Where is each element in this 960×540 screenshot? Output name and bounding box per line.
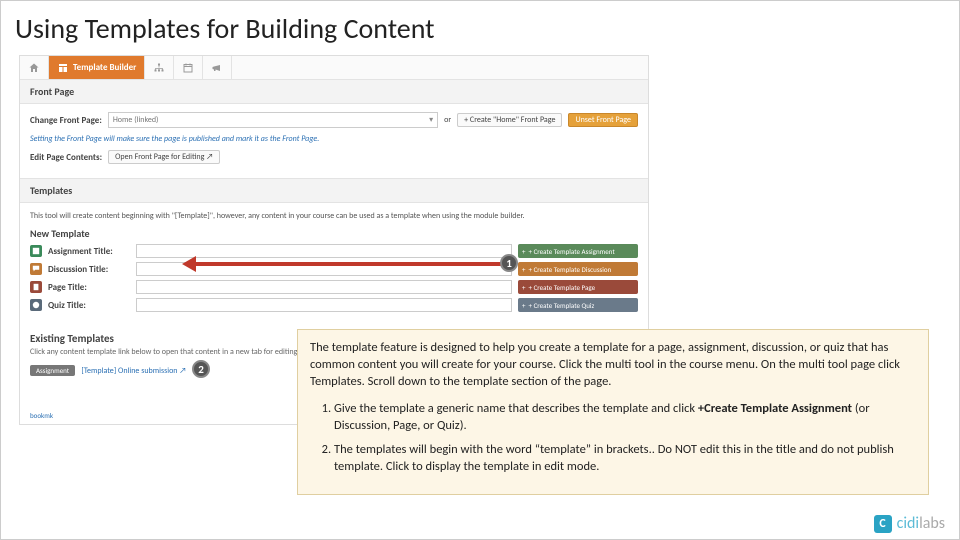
edit-page-label: Edit Page Contents: (30, 152, 102, 163)
front-page-note: Setting the Front Page will make sure th… (30, 134, 638, 144)
calendar-icon (182, 62, 194, 74)
callout-step-1-bold: +Create Template Assignment (698, 401, 852, 416)
sitemap-icon (153, 62, 165, 74)
assignment-icon (30, 245, 42, 257)
template-icon (57, 62, 69, 74)
nav-home[interactable] (20, 56, 49, 79)
callout-paragraph: The template feature is designed to help… (310, 340, 916, 391)
template-row-quiz: Quiz Title: ++ Create Template Quiz (30, 298, 638, 312)
quiz-title-input[interactable] (136, 298, 512, 312)
chevron-down-icon: ▾ (429, 115, 433, 125)
templates-panel: This tool will create content beginning … (20, 203, 648, 324)
front-page-header: Front Page (20, 80, 648, 104)
create-home-button[interactable]: + Create "Home" Front Page (457, 113, 562, 127)
create-template-assignment-label: + Create Template Assignment (529, 247, 615, 256)
page-title-label: Page Title: (48, 282, 130, 293)
template-row-discussion: Discussion Title: ++ Create Template Dis… (30, 262, 638, 276)
create-template-page-button[interactable]: ++ Create Template Page (518, 280, 638, 294)
instruction-callout: The template feature is designed to help… (297, 329, 929, 495)
front-page-select-value: Home (linked) (113, 115, 159, 125)
template-row-assignment: Assignment Title: ++ Create Template Ass… (30, 244, 638, 258)
templates-desc: This tool will create content beginning … (30, 211, 638, 221)
create-template-page-label: + Create Template Page (529, 283, 596, 292)
bookmark-link[interactable]: bookmk (30, 411, 53, 420)
templates-header: Templates (20, 179, 648, 203)
assignment-title-input[interactable] (136, 244, 512, 258)
quiz-title-label: Quiz Title: (48, 300, 130, 311)
open-front-page-button[interactable]: Open Front Page for Editing ↗ (108, 150, 220, 164)
nav-calendar[interactable] (174, 56, 203, 79)
logo-name: cidi (897, 514, 920, 533)
marker-2: 2 (192, 360, 210, 378)
or-text: or (444, 115, 451, 125)
megaphone-icon (211, 62, 223, 74)
existing-template-link[interactable]: [Template] Online submission ↗ (81, 366, 186, 376)
nav-template-builder[interactable]: Template Builder (49, 56, 145, 79)
slide-title: Using Templates for Building Content (1, 1, 959, 52)
home-icon (28, 62, 40, 74)
create-template-quiz-label: + Create Template Quiz (529, 301, 595, 310)
callout-step-2: The templates will begin with the word “… (334, 442, 916, 476)
logo-mark: C (874, 515, 892, 533)
create-template-quiz-button[interactable]: ++ Create Template Quiz (518, 298, 638, 312)
unset-front-page-button[interactable]: Unset Front Page (568, 113, 638, 127)
new-template-header: New Template (30, 227, 638, 240)
marker-1: 1 (500, 254, 518, 272)
nav-active-label: Template Builder (73, 62, 136, 73)
assignment-pill: Assignment (30, 365, 75, 376)
assignment-title-label: Assignment Title: (48, 246, 130, 257)
create-template-discussion-label: + Create Template Discussion (529, 265, 612, 274)
page-icon (30, 281, 42, 293)
quiz-icon (30, 299, 42, 311)
cidilabs-logo: C cidilabs (874, 514, 945, 533)
front-page-panel: Change Front Page: Home (linked) ▾ or + … (20, 104, 648, 179)
discussion-title-label: Discussion Title: (48, 264, 130, 275)
create-template-assignment-button[interactable]: ++ Create Template Assignment (518, 244, 638, 258)
nav-sitemap[interactable] (145, 56, 174, 79)
create-template-discussion-button[interactable]: ++ Create Template Discussion (518, 262, 638, 276)
discussion-title-input[interactable] (136, 262, 512, 276)
change-front-page-label: Change Front Page: (30, 115, 102, 126)
discussion-icon (30, 263, 42, 275)
app-nav: Template Builder (20, 56, 648, 80)
page-title-input[interactable] (136, 280, 512, 294)
slide: Using Templates for Building Content Tem… (0, 0, 960, 540)
front-page-select[interactable]: Home (linked) ▾ (108, 112, 438, 128)
logo-suffix: labs (919, 514, 945, 533)
callout-step-1-pre: Give the template a generic name that de… (334, 401, 698, 416)
callout-step-1: Give the template a generic name that de… (334, 401, 916, 435)
nav-announce[interactable] (203, 56, 232, 79)
template-row-page: Page Title: ++ Create Template Page (30, 280, 638, 294)
